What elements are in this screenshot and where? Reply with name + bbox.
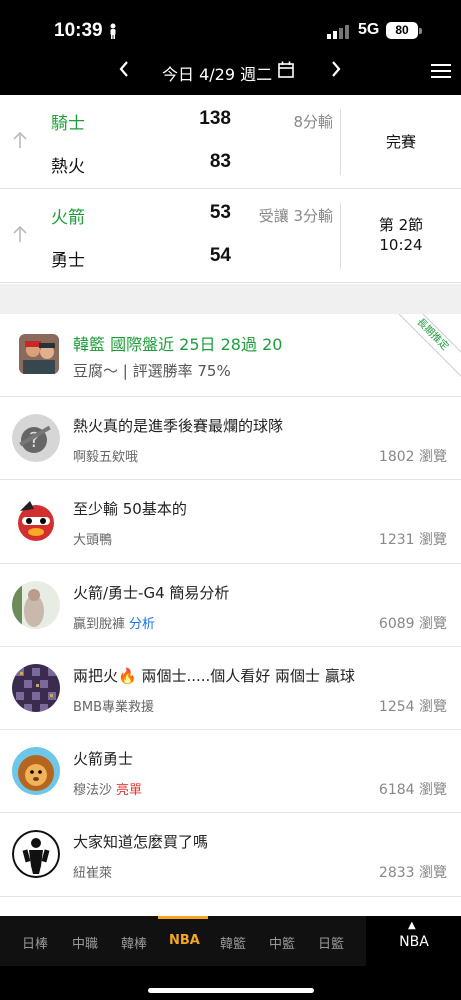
- avatar: [12, 663, 60, 712]
- date-bar: 今日 4/29 週二: [0, 58, 461, 84]
- team-score: 54: [209, 245, 231, 266]
- avatar: [19, 334, 59, 374]
- avatar: [12, 747, 60, 796]
- team-name: 騎士: [51, 114, 85, 134]
- list-item[interactable]: 兩把火🔥 兩個士.....個人看好 兩個士 贏球 BMB專業救援 1254 瀏覽: [0, 646, 461, 731]
- post-author: 穆法沙 亮單: [73, 783, 143, 799]
- hamburger-menu-icon[interactable]: [431, 63, 451, 83]
- game-period: 第 2節: [378, 216, 424, 234]
- featured-subtitle: 豆腐～ | 評選勝率 75%: [73, 362, 231, 380]
- post-title: 至少輸 50基本的: [73, 500, 187, 519]
- list-item[interactable]: 火箭勇士 穆法沙 亮單 6184 瀏覽: [0, 730, 461, 814]
- handicap-note: 受讓 3分輸: [258, 207, 333, 225]
- caret-up-icon: ▲: [408, 920, 416, 931]
- signal-icon: [327, 24, 349, 43]
- post-feed: 韓籃 國際盤近 25日 28過 20 豆腐～ | 評選勝率 75% 長期推定 ?…: [0, 314, 461, 897]
- view-count: 1231 瀏覽: [378, 532, 447, 549]
- league-selector[interactable]: ▲ NBA: [367, 916, 461, 966]
- tab-kbl[interactable]: 韓籃: [220, 933, 246, 952]
- team-name: 熱火: [51, 157, 85, 177]
- top-bar: 10:39 5G 80 今日 4/29 週二: [0, 0, 461, 95]
- team-name: 火箭: [51, 208, 85, 228]
- tab-kbo[interactable]: 韓棒: [121, 933, 147, 952]
- list-item[interactable]: ? 熱火真的是進季後賽最爛的球隊 啊毅五欸哦 1802 瀏覽: [0, 397, 461, 481]
- tab-bleague[interactable]: 日籃: [318, 933, 344, 952]
- bottom-tab-bar: 日棒 中職 韓棒 NBA 韓籃 中籃 日籃 ▲ NBA: [0, 916, 461, 1000]
- post-author: 大頭鴨: [73, 533, 113, 549]
- post-author: BMB專業救援: [73, 699, 155, 715]
- clock: 10:39: [54, 20, 103, 41]
- tab-sbl[interactable]: 中籃: [269, 933, 295, 952]
- list-item[interactable]: 至少輸 50基本的 大頭鴨 1231 瀏覽: [0, 480, 461, 564]
- featured-pick-banner[interactable]: 韓籃 國際盤近 25日 28過 20 豆腐～ | 評選勝率 75% 長期推定: [0, 314, 461, 397]
- post-title: 熱火真的是進季後賽最爛的球隊: [73, 417, 284, 435]
- featured-title: 韓籃 國際盤近 25日 28過 20: [73, 335, 283, 354]
- up-arrow-icon: [12, 131, 28, 153]
- view-count: 2833 瀏覽: [378, 865, 447, 882]
- view-count: 6089 瀏覽: [378, 615, 447, 632]
- network-type: 5G: [358, 21, 380, 38]
- post-tag: 分析: [129, 616, 156, 632]
- up-arrow-icon: [12, 225, 28, 247]
- post-title: 火箭/勇士-G4 簡易分析: [73, 583, 230, 602]
- avatar: [12, 830, 60, 879]
- view-count: 1254 瀏覽: [378, 698, 447, 715]
- tab-nba[interactable]: NBA: [169, 933, 200, 948]
- status-bar: 10:39 5G 80: [0, 20, 461, 44]
- game-status: 完賽: [385, 133, 416, 151]
- current-date[interactable]: 今日 4/29 週二: [162, 61, 272, 85]
- handicap-note: 8分輸: [293, 113, 333, 131]
- team-score: 53: [209, 202, 231, 223]
- list-item[interactable]: 火箭/勇士-G4 簡易分析 贏到脫褲 分析 6089 瀏覽: [0, 563, 461, 647]
- game-row[interactable]: 騎士 138 8分輸 熱火 83 完賽: [0, 95, 461, 189]
- avatar: [12, 497, 60, 545]
- battery-icon: 80: [386, 22, 418, 39]
- selected-league: NBA: [399, 934, 429, 950]
- team-name: 勇士: [51, 251, 85, 271]
- calendar-icon[interactable]: [278, 61, 294, 83]
- previous-day-chevron-icon[interactable]: [118, 58, 130, 85]
- post-author: 紐崔萊: [73, 866, 113, 882]
- tab-cpbl[interactable]: 中職: [72, 933, 98, 952]
- game-clock: 10:24: [379, 236, 423, 254]
- person-icon: [108, 23, 118, 43]
- post-author: 贏到脫褲 分析: [73, 616, 156, 632]
- battery-tip: [419, 28, 422, 34]
- home-indicator[interactable]: [148, 988, 314, 993]
- next-day-chevron-icon[interactable]: [330, 58, 342, 85]
- post-title: 火箭勇士: [73, 750, 134, 769]
- league-tabs: 日棒 中職 韓棒 NBA 韓籃 中籃 日籃: [0, 916, 366, 966]
- avatar: ?: [12, 414, 60, 462]
- section-gap: [0, 284, 461, 314]
- team-score: 83: [209, 151, 231, 172]
- post-title: 兩把火🔥 兩個士.....個人看好 兩個士 贏球: [73, 666, 355, 685]
- active-tab-indicator: [158, 916, 208, 919]
- post-tag: 亮單: [116, 783, 143, 799]
- team-score: 138: [199, 108, 231, 129]
- view-count: 1802 瀏覽: [378, 449, 447, 465]
- game-row[interactable]: 火箭 53 受讓 3分輸 勇士 54 第 2節 10:24: [0, 189, 461, 283]
- post-title: 大家知道怎麼買了嗎: [73, 833, 209, 852]
- long-term-ribbon: 長期推定: [386, 314, 461, 381]
- avatar: [12, 580, 60, 629]
- tab-npb[interactable]: 日棒: [22, 933, 48, 952]
- post-author: 啊毅五欸哦: [73, 450, 139, 465]
- game-list: 騎士 138 8分輸 熱火 83 完賽 火箭 53 受讓 3分輸 勇士 54 第…: [0, 95, 461, 283]
- view-count: 6184 瀏覽: [378, 782, 447, 799]
- list-item[interactable]: 大家知道怎麼買了嗎 紐崔萊 2833 瀏覽: [0, 813, 461, 897]
